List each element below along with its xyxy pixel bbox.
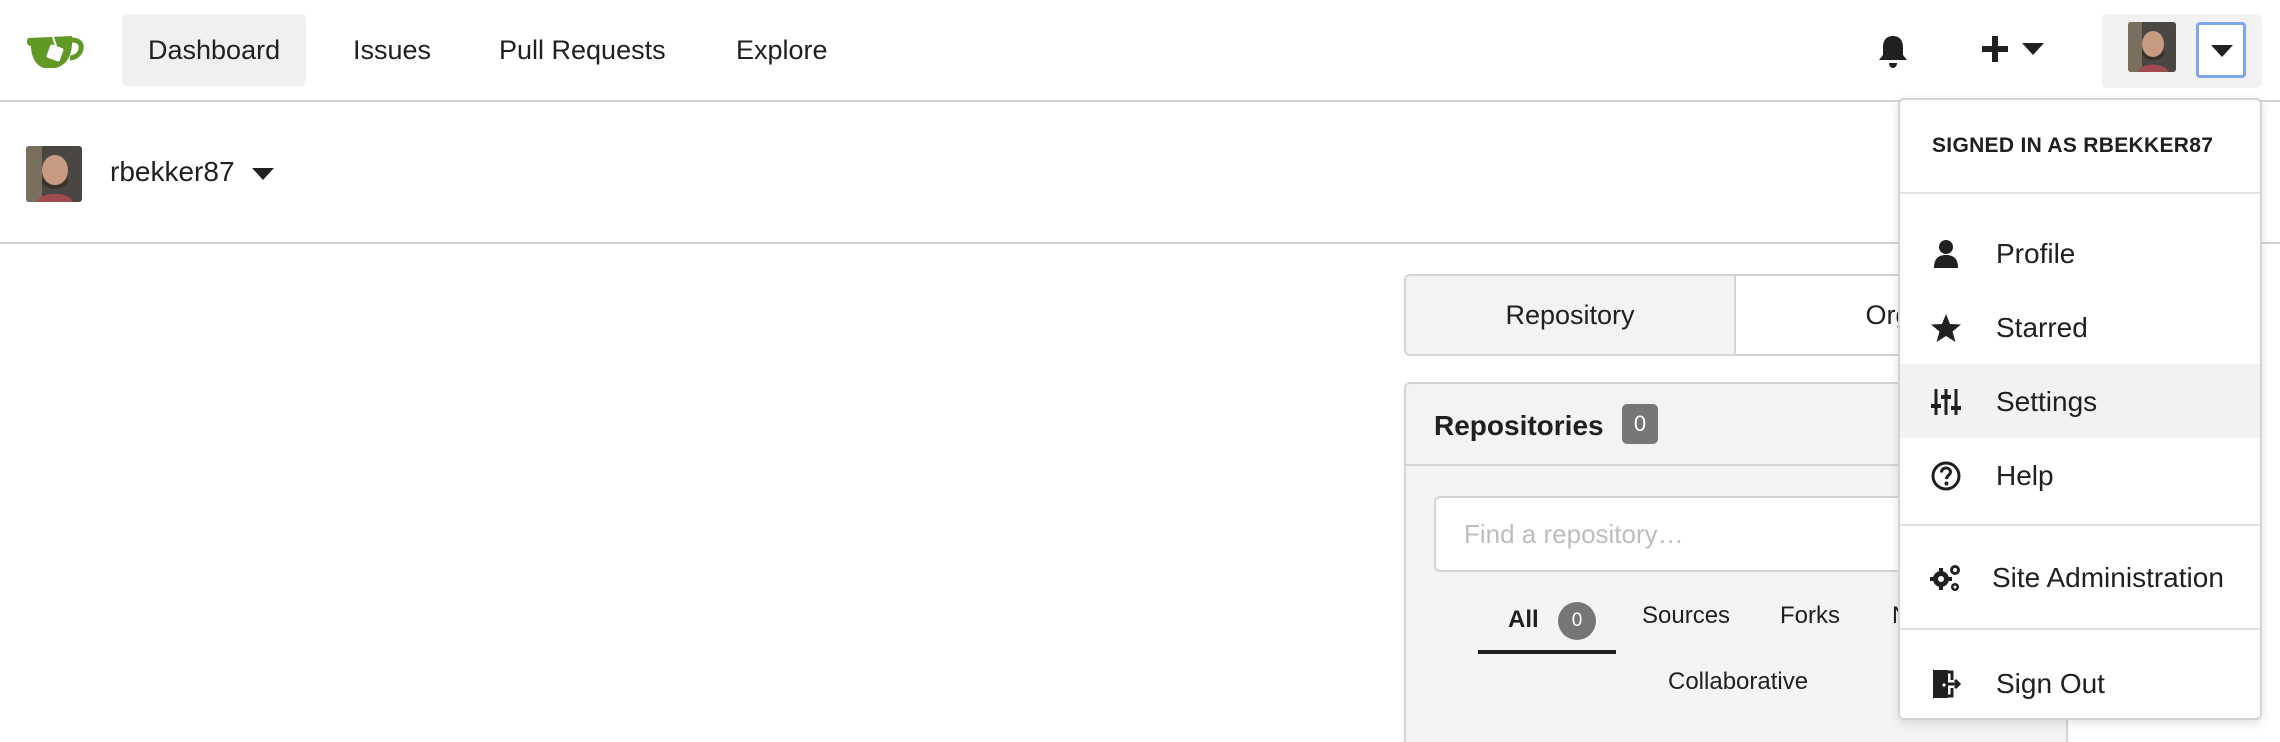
filter-count-badge: 0 bbox=[1558, 602, 1596, 640]
menu-item-site-administration[interactable]: Site Administration bbox=[1900, 540, 2260, 614]
menu-item-sign-out[interactable]: Sign Out bbox=[1900, 646, 2260, 720]
menu-item-label: Site Administration bbox=[1992, 562, 2224, 593]
settings-sliders-icon bbox=[1931, 389, 1961, 415]
avatar bbox=[26, 146, 82, 202]
filter-tab-forks[interactable]: Forks bbox=[1780, 602, 1840, 630]
repositories-title: Repositories bbox=[1434, 410, 1604, 441]
caret-down-icon[interactable] bbox=[252, 168, 274, 180]
menu-item-label: Help bbox=[1996, 460, 2054, 491]
nav-issues[interactable]: Issues bbox=[327, 14, 457, 86]
menu-divider bbox=[1900, 628, 2260, 630]
top-navbar: Dashboard Issues Pull Requests Explore bbox=[0, 0, 2280, 102]
filter-tab-sources[interactable]: Sources bbox=[1642, 602, 1730, 630]
gitea-logo-icon[interactable] bbox=[26, 30, 84, 72]
menu-divider bbox=[1900, 524, 2260, 526]
notifications-bell-icon[interactable] bbox=[1876, 33, 1910, 69]
signed-in-header: SIGNED IN AS RBEKKER87 bbox=[1900, 100, 2260, 194]
menu-item-label: Profile bbox=[1996, 238, 2076, 269]
menu-item-label: Sign Out bbox=[1996, 668, 2105, 699]
sign-out-icon bbox=[1933, 670, 1962, 698]
caret-down-icon bbox=[2211, 45, 2233, 57]
menu-item-settings[interactable]: Settings bbox=[1900, 364, 2260, 438]
menu-item-profile[interactable]: Profile bbox=[1900, 216, 2260, 290]
user-dropdown-menu: SIGNED IN AS RBEKKER87 Profile Starred S… bbox=[1898, 98, 2262, 720]
nav-dashboard[interactable]: Dashboard bbox=[122, 14, 307, 86]
avatar bbox=[2128, 22, 2176, 72]
help-circle-icon bbox=[1931, 461, 1961, 491]
person-icon bbox=[1934, 240, 1958, 268]
context-username[interactable]: rbekker87 bbox=[110, 156, 235, 188]
menu-item-starred[interactable]: Starred bbox=[1900, 290, 2260, 364]
create-new-dropdown[interactable] bbox=[1980, 34, 2048, 68]
nav-explore[interactable]: Explore bbox=[710, 14, 854, 86]
star-icon bbox=[1931, 314, 1961, 342]
tab-repository[interactable]: Repository bbox=[1406, 276, 1736, 354]
plus-icon bbox=[1982, 36, 2008, 62]
user-menu-trigger[interactable] bbox=[2102, 14, 2262, 88]
nav-pull-requests[interactable]: Pull Requests bbox=[473, 14, 692, 86]
signed-in-label: SIGNED IN AS RBEKKER87 bbox=[1932, 134, 2214, 157]
menu-item-label: Starred bbox=[1996, 312, 2088, 343]
gears-icon bbox=[1930, 565, 1960, 591]
menu-item-help[interactable]: Help bbox=[1900, 438, 2260, 512]
repositories-count-badge: 0 bbox=[1622, 404, 1658, 444]
filter-tab-collaborative[interactable]: Collaborative bbox=[1668, 668, 1808, 696]
filter-tab-all[interactable]: All 0 bbox=[1478, 594, 1616, 654]
menu-item-label: Settings bbox=[1996, 386, 2098, 417]
caret-down-icon bbox=[2022, 43, 2044, 55]
filter-tab-label: All bbox=[1508, 606, 1539, 633]
user-menu-caret-button[interactable] bbox=[2196, 22, 2246, 78]
